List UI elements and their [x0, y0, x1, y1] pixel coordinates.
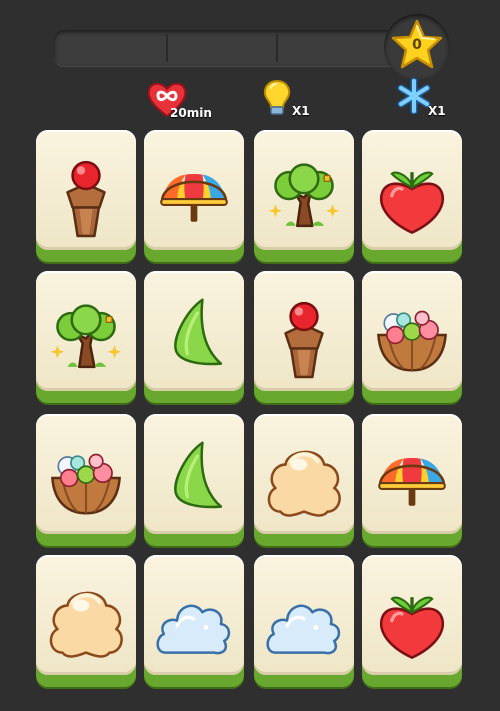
- cloud-icon: [156, 604, 231, 655]
- tile-face: [362, 271, 462, 391]
- tile-cloud[interactable]: [144, 555, 244, 687]
- leaf-icon: [174, 441, 223, 509]
- tile-strawberry[interactable]: [362, 130, 462, 262]
- powerup-freeze[interactable]: X1: [396, 77, 456, 118]
- tile-face: [36, 271, 136, 391]
- cream-puff-icon: [267, 450, 341, 517]
- flower-basket-icon: [51, 453, 121, 515]
- tile-tree[interactable]: [254, 130, 354, 262]
- cloud-icon: [266, 604, 341, 655]
- tile-lollipop-stand[interactable]: [36, 130, 136, 262]
- tile-face: [144, 271, 244, 391]
- strawberry-icon: [379, 171, 445, 235]
- freeze-count-label: X1: [428, 104, 446, 118]
- tile-cloud[interactable]: [254, 555, 354, 687]
- tree-icon: [50, 304, 122, 369]
- tile-face: [254, 271, 354, 391]
- tile-tree[interactable]: [36, 271, 136, 403]
- tile-cream-puff[interactable]: [254, 414, 354, 546]
- beach-umbrella-icon: [378, 458, 446, 506]
- star-counter: 0: [384, 14, 450, 80]
- progress-divider: [276, 34, 278, 62]
- strawberry-icon: [379, 596, 445, 660]
- tile-face: [144, 414, 244, 534]
- tile-cream-puff[interactable]: [36, 555, 136, 687]
- tile-lollipop-stand[interactable]: [254, 271, 354, 403]
- tile-face: [36, 130, 136, 250]
- tree-icon: [268, 163, 340, 228]
- tile-strawberry[interactable]: [362, 555, 462, 687]
- tile-flower-basket[interactable]: [362, 271, 462, 403]
- cream-puff-icon: [49, 591, 123, 658]
- tile-face: [144, 555, 244, 675]
- tile-leaf[interactable]: [144, 271, 244, 403]
- lightbulb-icon: [263, 79, 291, 115]
- tile-face: [362, 130, 462, 250]
- tile-leaf[interactable]: [144, 414, 244, 546]
- powerup-lives[interactable]: 20min: [146, 80, 216, 120]
- snowflake-icon: [397, 77, 431, 115]
- tile-beach-umbrella[interactable]: [362, 414, 462, 546]
- powerup-hint[interactable]: X1: [262, 78, 322, 118]
- star-count: 0: [412, 37, 422, 53]
- flower-basket-icon: [377, 310, 447, 372]
- tile-face: [254, 555, 354, 675]
- progress-divider: [166, 34, 168, 62]
- tile-face: [36, 555, 136, 675]
- lollipop-stand-icon: [66, 160, 106, 238]
- level-progress-bar: [54, 30, 426, 66]
- lollipop-stand-icon: [284, 301, 324, 379]
- hint-count-label: X1: [292, 104, 310, 118]
- tile-beach-umbrella[interactable]: [144, 130, 244, 262]
- tile-face: [36, 414, 136, 534]
- tile-face: [144, 130, 244, 250]
- tile-face: [254, 130, 354, 250]
- beach-umbrella-icon: [160, 174, 228, 222]
- tile-face: [362, 414, 462, 534]
- lives-timer-label: 20min: [170, 106, 212, 120]
- tile-face: [362, 555, 462, 675]
- tile-face: [254, 414, 354, 534]
- leaf-icon: [174, 298, 223, 366]
- tile-flower-basket[interactable]: [36, 414, 136, 546]
